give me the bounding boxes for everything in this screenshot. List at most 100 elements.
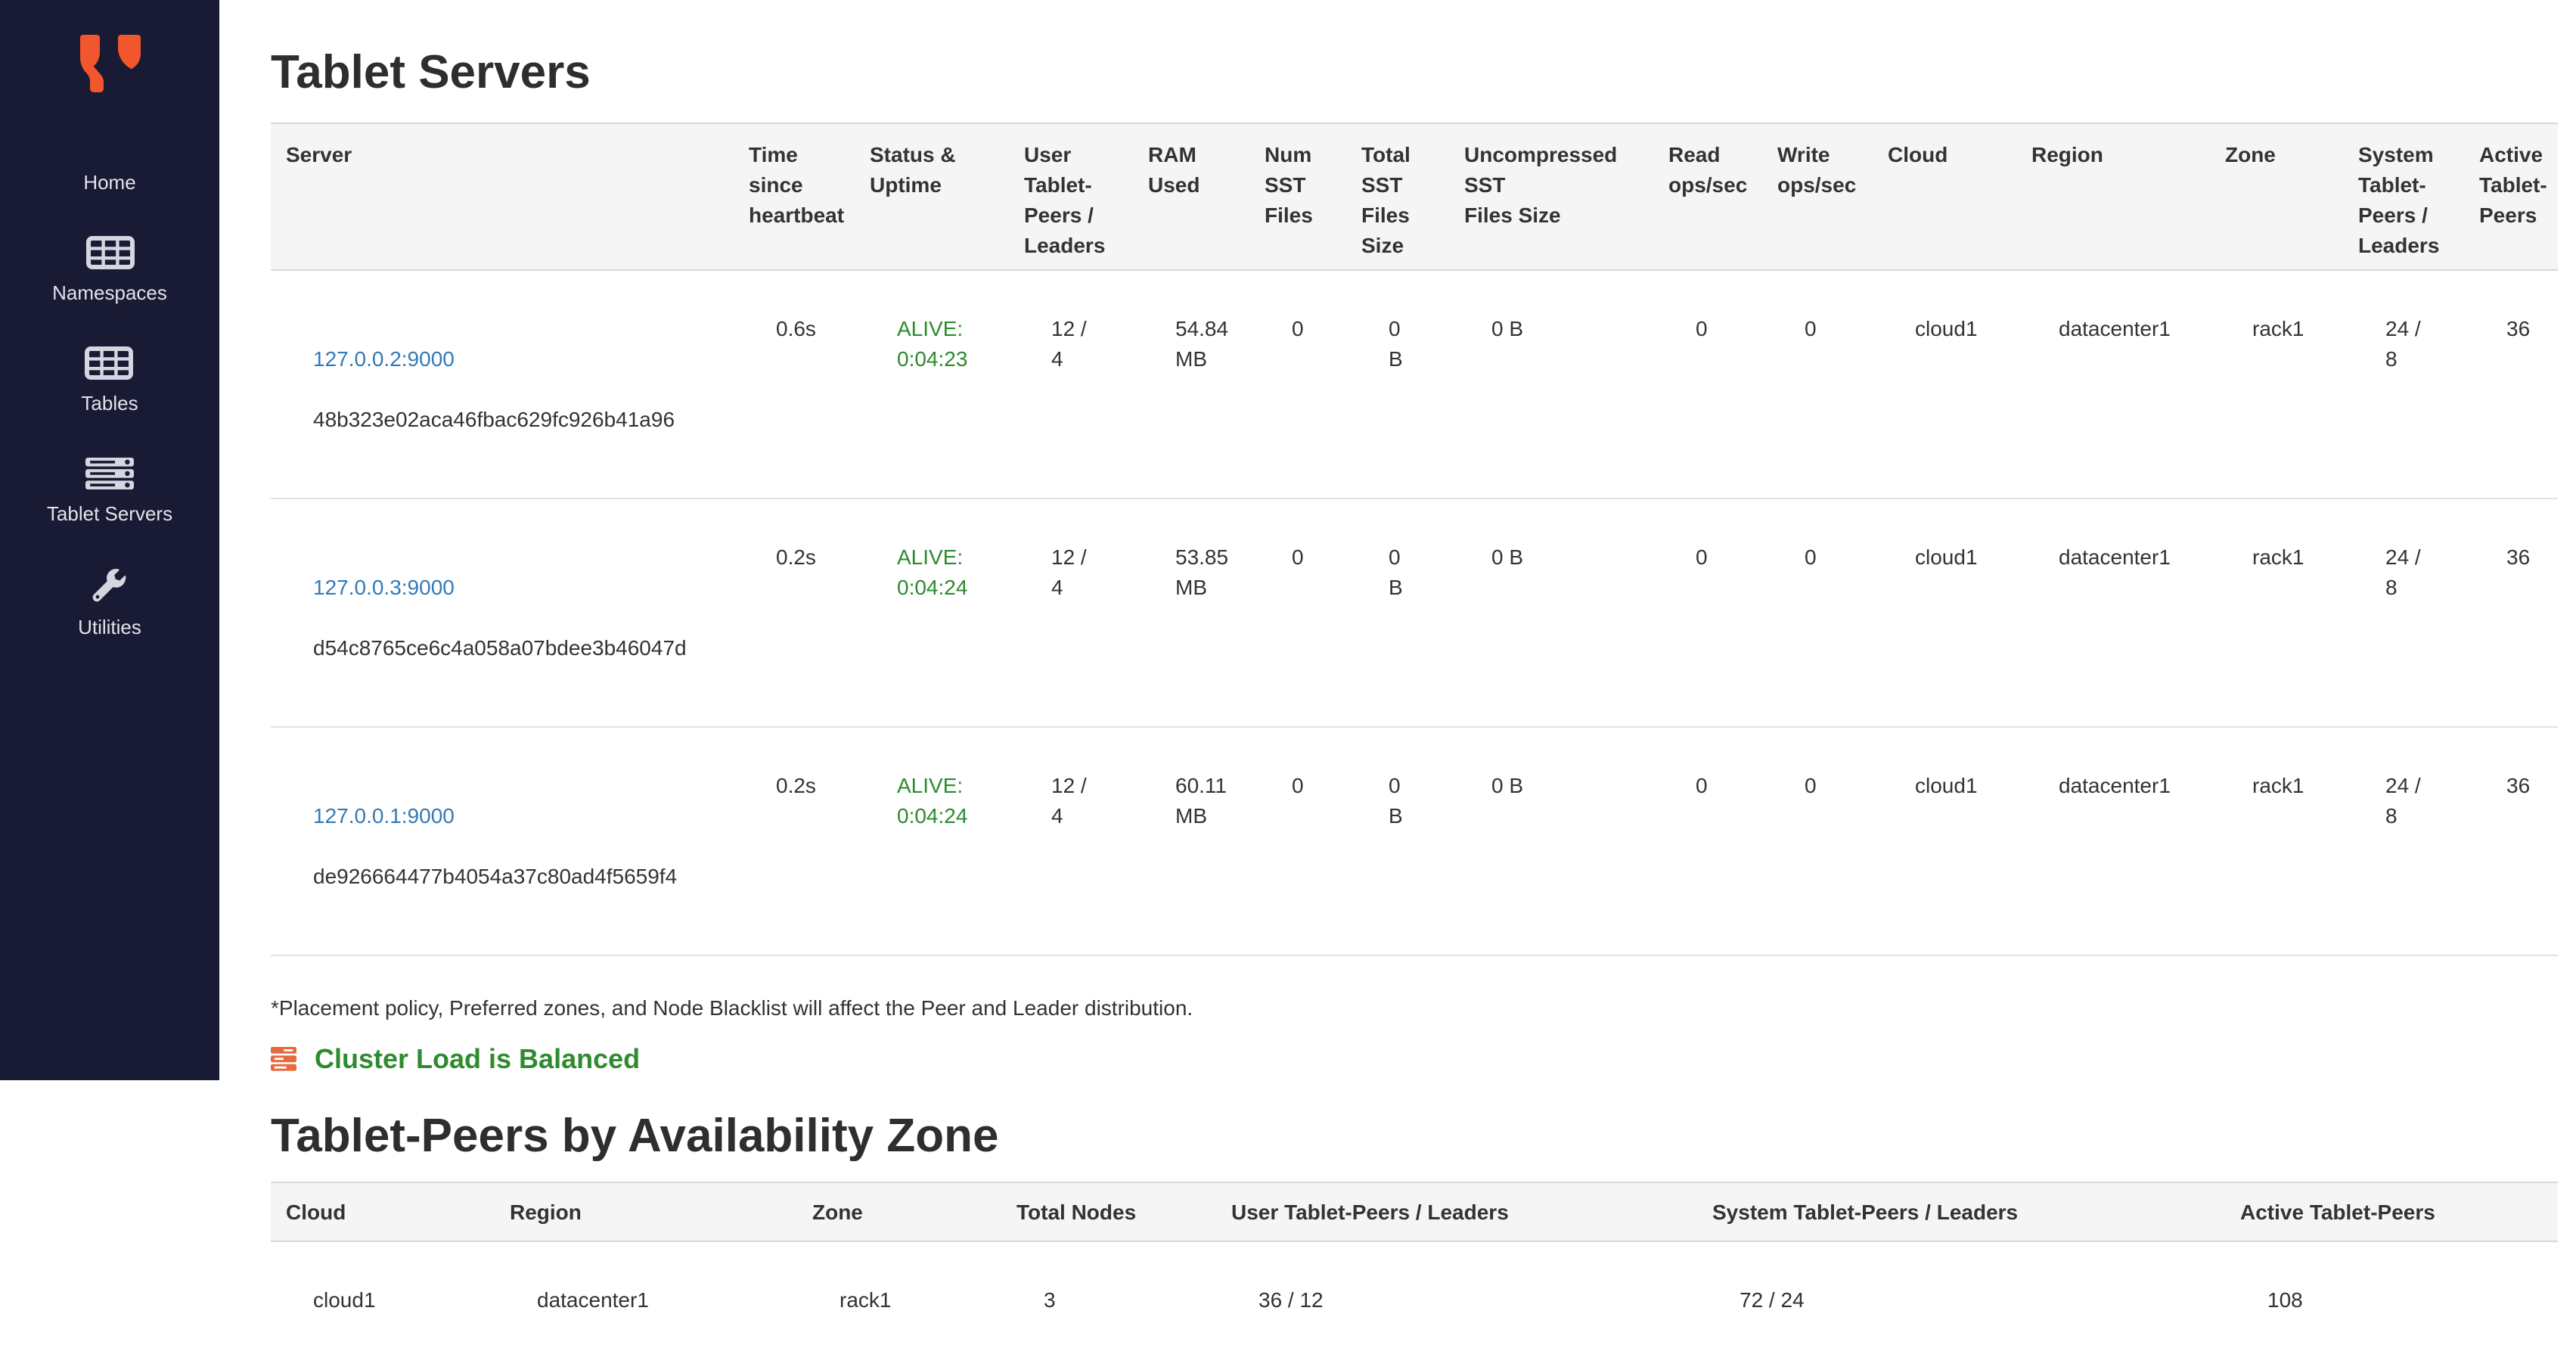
column-header-ram-used: RAM Used xyxy=(1133,123,1249,270)
ram-used-cell: 54.84 MB xyxy=(1133,270,1249,499)
column-header-zone: Zone xyxy=(2210,123,2343,270)
system-peers-cell: 24 / 8 xyxy=(2343,499,2464,727)
region-cell: datacenter1 xyxy=(2016,499,2210,727)
table-row: 127.0.0.1:9000 de926664477b4054a37c80ad4… xyxy=(271,727,2558,955)
sidebar-item-tablet-servers[interactable]: Tablet Servers xyxy=(47,457,172,525)
server-address-link[interactable]: 127.0.0.3:9000 xyxy=(313,572,731,602)
user-peers-cell: 12 / 4 xyxy=(1009,727,1133,955)
az-peers-table-header: Cloud Region Zone Total Nodes User Table… xyxy=(271,1182,2558,1241)
total-nodes-cell: 3 xyxy=(1001,1241,1216,1348)
cluster-load-status: Cluster Load is Balanced xyxy=(271,1042,2576,1076)
total-sst-cell: 0 B xyxy=(1346,499,1449,727)
uncompressed-sst-cell: 0 B xyxy=(1449,727,1653,955)
heartbeat-cell: 0.2s xyxy=(734,499,855,727)
server-address-link[interactable]: 127.0.0.2:9000 xyxy=(313,343,731,374)
server-stack-icon xyxy=(271,1047,298,1071)
ram-used-cell: 60.11 MB xyxy=(1133,727,1249,955)
sidebar-item-utilities[interactable]: Utilities xyxy=(78,567,141,638)
total-sst-cell: 0 B xyxy=(1346,727,1449,955)
num-sst-cell: 0 xyxy=(1249,270,1346,499)
column-header-status-uptime: Status & Uptime xyxy=(855,123,1009,270)
cloud-cell: cloud1 xyxy=(271,1241,495,1348)
sidebar-item-label: Tablet Servers xyxy=(47,502,172,525)
cloud-cell: cloud1 xyxy=(1873,499,2016,727)
column-header-server: Server xyxy=(271,123,734,270)
column-header-user-peers: User Tablet-Peers / Leaders xyxy=(1216,1182,1697,1241)
system-peers-cell: 24 / 8 xyxy=(2343,727,2464,955)
cluster-load-status-label: Cluster Load is Balanced xyxy=(315,1042,640,1076)
server-uuid: d54c8765ce6c4a058a07bdee3b46047d xyxy=(313,632,731,663)
placement-footnote: *Placement policy, Preferred zones, and … xyxy=(271,992,2576,1023)
write-ops-cell: 0 xyxy=(1762,727,1873,955)
server-stack-icon xyxy=(85,457,135,490)
write-ops-cell: 0 xyxy=(1762,499,1873,727)
zone-cell: rack1 xyxy=(2210,727,2343,955)
zone-cell: rack1 xyxy=(2210,499,2343,727)
user-peers-cell: 12 / 4 xyxy=(1009,270,1133,499)
column-header-num-sst: Num SST Files xyxy=(1249,123,1346,270)
sidebar-item-home[interactable]: Home xyxy=(83,171,135,194)
column-header-active-peers: Active Tablet-Peers xyxy=(2225,1182,2558,1241)
sidebar-item-label: Home xyxy=(83,171,135,194)
status-uptime-cell: ALIVE: 0:04:23 xyxy=(855,270,1009,499)
server-cell: 127.0.0.2:9000 48b323e02aca46fbac629fc92… xyxy=(271,270,734,499)
active-peers-cell: 36 xyxy=(2464,270,2558,499)
column-header-user-peers: User Tablet- Peers / Leaders xyxy=(1009,123,1133,270)
active-peers-cell: 108 xyxy=(2225,1241,2558,1348)
uncompressed-sst-cell: 0 B xyxy=(1449,270,1653,499)
sidebar-item-label: Utilities xyxy=(78,616,141,638)
total-sst-cell: 0 B xyxy=(1346,270,1449,499)
sidebar: Home Namespaces Tables xyxy=(0,0,219,1080)
num-sst-cell: 0 xyxy=(1249,727,1346,955)
active-peers-cell: 36 xyxy=(2464,499,2558,727)
az-peers-table: Cloud Region Zone Total Nodes User Table… xyxy=(271,1182,2558,1348)
column-header-system-peers: System Tablet- Peers / Leaders xyxy=(2343,123,2464,270)
app-window: Home Namespaces Tables xyxy=(0,0,2576,1080)
wrench-icon xyxy=(91,567,129,604)
region-cell: datacenter1 xyxy=(495,1241,797,1348)
main-content: Tablet Servers Server Time since heartbe… xyxy=(219,0,2576,1080)
server-uuid: de926664477b4054a37c80ad4f5659f4 xyxy=(313,861,731,891)
user-peers-cell: 36 / 12 xyxy=(1216,1241,1697,1348)
column-header-cloud: Cloud xyxy=(271,1182,495,1241)
active-peers-cell: 36 xyxy=(2464,727,2558,955)
sidebar-item-label: Tables xyxy=(81,392,138,415)
system-peers-cell: 72 / 24 xyxy=(1697,1241,2225,1348)
sidebar-item-label: Namespaces xyxy=(52,281,167,304)
uncompressed-sst-cell: 0 B xyxy=(1449,499,1653,727)
read-ops-cell: 0 xyxy=(1653,727,1762,955)
system-peers-cell: 24 / 8 xyxy=(2343,270,2464,499)
column-header-total-sst: Total SST Files Size xyxy=(1346,123,1449,270)
column-header-zone: Zone xyxy=(797,1182,1001,1241)
heartbeat-cell: 0.2s xyxy=(734,727,855,955)
server-cell: 127.0.0.1:9000 de926664477b4054a37c80ad4… xyxy=(271,727,734,955)
table-row: 127.0.0.3:9000 d54c8765ce6c4a058a07bdee3… xyxy=(271,499,2558,727)
server-uuid: 48b323e02aca46fbac629fc926b41a96 xyxy=(313,404,731,434)
status-uptime-cell: ALIVE: 0:04:24 xyxy=(855,727,1009,955)
column-header-uncompressed-sst: Uncompressed SST Files Size xyxy=(1449,123,1653,270)
read-ops-cell: 0 xyxy=(1653,270,1762,499)
page-title: Tablet Servers xyxy=(271,45,2576,100)
column-header-heartbeat: Time since heartbeat xyxy=(734,123,855,270)
yugabyte-logo-icon[interactable] xyxy=(75,33,144,97)
table-row: 127.0.0.2:9000 48b323e02aca46fbac629fc92… xyxy=(271,270,2558,499)
cloud-cell: cloud1 xyxy=(1873,727,2016,955)
ram-used-cell: 53.85 MB xyxy=(1133,499,1249,727)
grid-icon xyxy=(85,236,134,269)
sidebar-item-namespaces[interactable]: Namespaces xyxy=(52,236,167,304)
user-peers-cell: 12 / 4 xyxy=(1009,499,1133,727)
region-cell: datacenter1 xyxy=(2016,270,2210,499)
zone-cell: rack1 xyxy=(2210,270,2343,499)
sidebar-item-tables[interactable]: Tables xyxy=(81,346,138,415)
column-header-total-nodes: Total Nodes xyxy=(1001,1182,1216,1241)
column-header-cloud: Cloud xyxy=(1873,123,2016,270)
server-address-link[interactable]: 127.0.0.1:9000 xyxy=(313,800,731,831)
zone-cell: rack1 xyxy=(797,1241,1001,1348)
status-uptime-cell: ALIVE: 0:04:24 xyxy=(855,499,1009,727)
column-header-write-ops: Write ops/sec xyxy=(1762,123,1873,270)
server-cell: 127.0.0.3:9000 d54c8765ce6c4a058a07bdee3… xyxy=(271,499,734,727)
read-ops-cell: 0 xyxy=(1653,499,1762,727)
column-header-system-peers: System Tablet-Peers / Leaders xyxy=(1697,1182,2225,1241)
column-header-active-peers: Active Tablet- Peers xyxy=(2464,123,2558,270)
cloud-cell: cloud1 xyxy=(1873,270,2016,499)
